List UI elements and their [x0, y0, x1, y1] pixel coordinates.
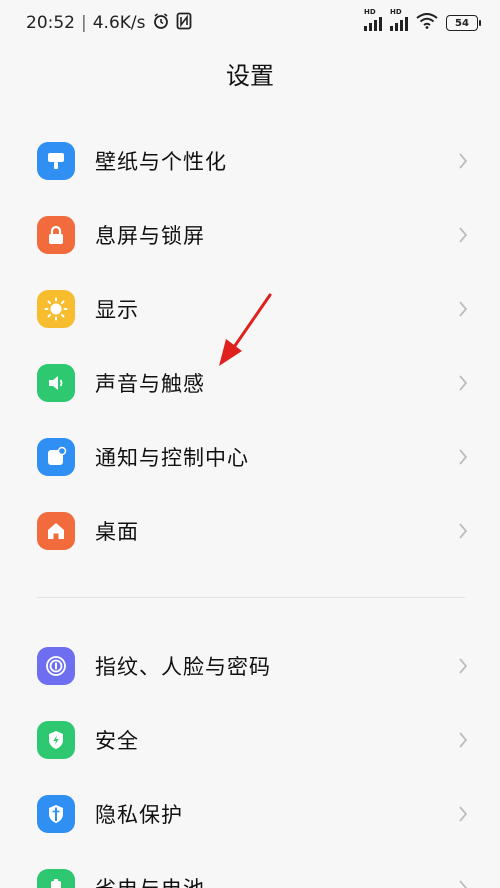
settings-item-label: 安全: [95, 729, 139, 753]
battery-icon: [37, 869, 75, 888]
settings-item-lockscreen[interactable]: 息屏与锁屏: [0, 198, 500, 272]
settings-item-label: 指纹、人脸与密码: [95, 655, 271, 679]
status-right: HD HD 54: [364, 8, 481, 34]
net-speed: 4.6K/s: [92, 13, 146, 33]
chevron-right-icon: [456, 520, 470, 542]
settings-item-label: 通知与控制中心: [95, 446, 249, 470]
settings-item-home-screen[interactable]: 桌面: [0, 494, 500, 568]
speaker-icon: [37, 364, 75, 402]
status-time: 20:52: [26, 13, 75, 33]
settings-item-notifications[interactable]: 通知与控制中心: [0, 420, 500, 494]
settings-item-display[interactable]: 显示: [0, 272, 500, 346]
settings-group-2: 指纹、人脸与密码 安全 隐私保护 省电与电池: [0, 629, 500, 888]
settings-item-label: 息屏与锁屏: [95, 224, 205, 248]
settings-item-label: 隐私保护: [95, 803, 183, 827]
settings-item-label: 声音与触感: [95, 372, 205, 396]
brightness-icon: [37, 290, 75, 328]
notification-icon: [37, 438, 75, 476]
wallpaper-icon: [37, 142, 75, 180]
shield-icon: [37, 721, 75, 759]
lock-icon: [37, 216, 75, 254]
settings-item-label: 显示: [95, 298, 139, 322]
group-divider: [37, 597, 465, 598]
status-left: 20:52 | 4.6K/s: [26, 12, 364, 35]
settings-item-sound[interactable]: 声音与触感: [0, 346, 500, 420]
status-separator: |: [81, 13, 87, 33]
settings-item-battery[interactable]: 省电与电池: [0, 851, 500, 888]
signal-icon-2: HD: [390, 8, 408, 31]
chevron-right-icon: [456, 150, 470, 172]
chevron-right-icon: [456, 224, 470, 246]
chevron-right-icon: [456, 446, 470, 468]
settings-item-label: 壁纸与个性化: [95, 150, 227, 174]
status-bar: 20:52 | 4.6K/s HD HD 54: [0, 0, 500, 46]
chevron-right-icon: [456, 729, 470, 751]
signal-icon-1: HD: [364, 8, 382, 31]
settings-screen: 20:52 | 4.6K/s HD HD 54 设置 壁纸与个性化 息屏与锁屏 …: [0, 0, 500, 888]
settings-group-1: 壁纸与个性化 息屏与锁屏 显示 声音与触感 通知与控制中心 桌面: [0, 124, 500, 568]
settings-item-security[interactable]: 安全: [0, 703, 500, 777]
privacy-icon: [37, 795, 75, 833]
settings-item-label: 省电与电池: [95, 873, 456, 888]
chevron-right-icon: [456, 803, 470, 825]
battery-indicator: 54: [446, 15, 481, 31]
chevron-right-icon: [456, 372, 470, 394]
nfc-icon: [176, 12, 192, 35]
settings-item-label: 桌面: [95, 520, 139, 544]
wifi-icon: [416, 12, 438, 34]
fingerprint-icon: [37, 647, 75, 685]
settings-item-privacy[interactable]: 隐私保护: [0, 777, 500, 851]
chevron-right-icon: [456, 877, 470, 888]
chevron-right-icon: [456, 298, 470, 320]
home-icon: [37, 512, 75, 550]
alarm-icon: [152, 12, 170, 35]
settings-item-wallpaper[interactable]: 壁纸与个性化: [0, 124, 500, 198]
page-title: 设置: [226, 62, 274, 90]
settings-item-fingerprint[interactable]: 指纹、人脸与密码: [0, 629, 500, 703]
chevron-right-icon: [456, 655, 470, 677]
